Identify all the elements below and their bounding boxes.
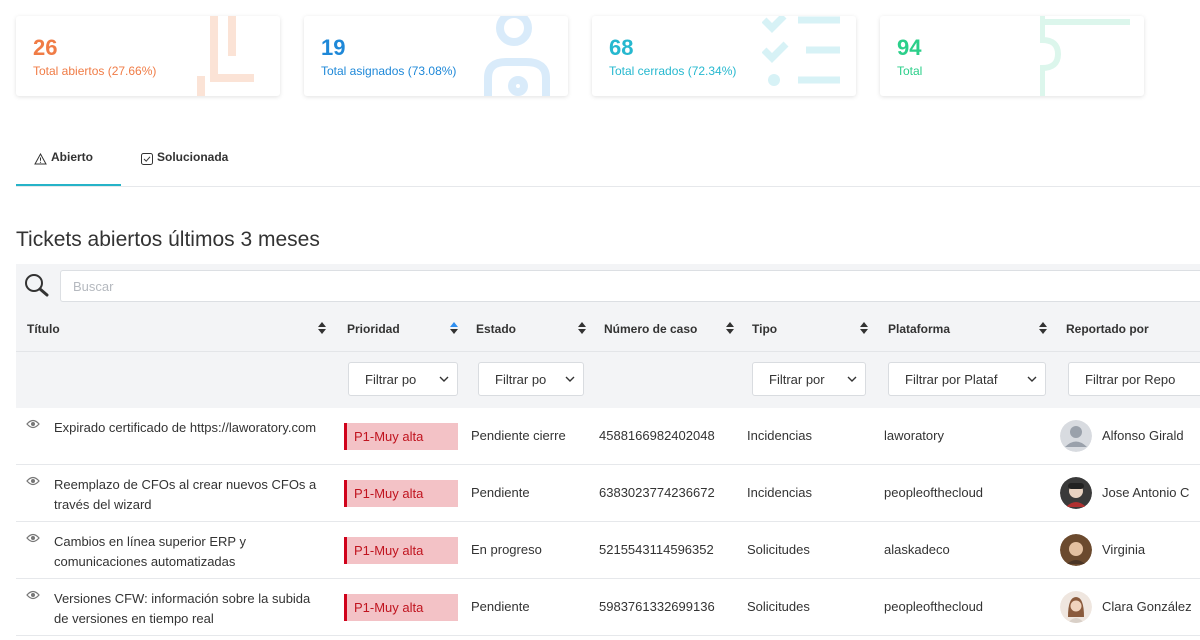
stat-label: Total asignados (73.08%) xyxy=(321,64,457,78)
stat-value: 94 xyxy=(897,35,922,60)
stat-card-total: 94 Total xyxy=(880,16,1144,96)
tab-solucionada[interactable]: Solucionada xyxy=(141,150,228,186)
ticket-title[interactable]: Versiones CFW: información sobre la subi… xyxy=(54,589,324,629)
ticket-status: Pendiente xyxy=(471,599,530,614)
tab-label: Abierto xyxy=(51,150,93,164)
avatar xyxy=(1060,477,1092,509)
ticket-platform: alaskadeco xyxy=(884,542,950,557)
sort-icon[interactable] xyxy=(449,321,459,335)
stat-card-abiertos: 26 Total abiertos (27.66%) xyxy=(16,16,280,96)
chevron-down-icon xyxy=(439,376,449,382)
table-row[interactable]: Expirado certificado de https://laworato… xyxy=(16,408,1200,465)
search-input[interactable] xyxy=(60,270,1200,302)
stat-label: Total cerrados (72.34%) xyxy=(609,64,737,78)
sort-icon[interactable] xyxy=(1038,321,1048,335)
tab-abierto[interactable]: Abierto xyxy=(16,150,121,186)
filter-reportado-select[interactable]: Filtrar por Repo xyxy=(1068,362,1200,396)
ticket-case-number: 5983761332699136 xyxy=(599,599,715,614)
chevron-down-icon xyxy=(847,376,857,382)
filter-value: Filtrar po xyxy=(365,371,417,387)
column-header-reportado-por[interactable]: Reportado por xyxy=(1066,322,1149,336)
ticket-title[interactable]: Cambios en línea superior ERP y comunica… xyxy=(54,532,324,572)
ticket-case-number: 5215543114596352 xyxy=(599,542,714,557)
checklist-icon xyxy=(762,16,840,86)
filter-value: Filtrar po xyxy=(495,371,547,387)
column-header-numero-caso[interactable]: Número de caso xyxy=(604,322,697,336)
sort-icon[interactable] xyxy=(577,321,587,335)
ticket-type: Incidencias xyxy=(747,428,813,443)
stat-value: 19 xyxy=(321,35,346,60)
eye-icon[interactable] xyxy=(26,476,40,486)
filter-value: Filtrar por Plataf xyxy=(905,371,998,387)
eye-icon[interactable] xyxy=(26,419,40,429)
column-header-estado[interactable]: Estado xyxy=(476,322,516,336)
sort-icon[interactable] xyxy=(317,321,327,335)
filter-estado-select[interactable]: Filtrar po xyxy=(478,362,584,396)
tab-bar: Abierto Solucionada xyxy=(16,140,1200,187)
filter-row: Filtrar po Filtrar po Filtrar por Filtra… xyxy=(16,352,1200,408)
stat-value: 68 xyxy=(609,35,634,60)
stat-card-cerrados: 68 Total cerrados (72.34%) xyxy=(592,16,856,96)
chevron-down-icon xyxy=(1027,376,1037,382)
ticket-status: En progreso xyxy=(471,542,542,557)
puzzle-icon xyxy=(1040,16,1130,96)
ticket-reporter: Virginia xyxy=(1102,542,1146,557)
sort-icon[interactable] xyxy=(859,321,869,335)
document-icon xyxy=(197,16,254,96)
stat-label: Total abiertos (27.66%) xyxy=(33,64,157,78)
table-row[interactable]: Reemplazo de CFOs al crear nuevos CFOs a… xyxy=(16,465,1200,522)
filter-tipo-select[interactable]: Filtrar por xyxy=(752,362,866,396)
stat-label: Total xyxy=(897,64,923,78)
priority-badge: P1-Muy alta xyxy=(344,594,458,621)
filter-prioridad-select[interactable]: Filtrar po xyxy=(348,362,458,396)
section-title: Tickets abiertos últimos 3 meses xyxy=(16,228,320,251)
table-header: Título Prioridad Estado Número de caso T… xyxy=(16,308,1200,352)
priority-badge: P1-Muy alta xyxy=(344,480,458,507)
filter-value: Filtrar por xyxy=(769,371,825,387)
ticket-reporter: Jose Antonio C xyxy=(1102,485,1190,500)
search-bar xyxy=(16,264,1200,308)
ticket-case-number: 4588166982402048 xyxy=(599,428,715,443)
ticket-title[interactable]: Expirado certificado de https://laworato… xyxy=(54,418,324,438)
checkbox-icon xyxy=(141,153,153,165)
column-header-tipo[interactable]: Tipo xyxy=(752,322,777,336)
stat-card-asignados: 19 Total asignados (73.08%) xyxy=(304,16,568,96)
ticket-status: Pendiente xyxy=(471,485,530,500)
ticket-type: Solicitudes xyxy=(747,599,810,614)
ticket-title[interactable]: Reemplazo de CFOs al crear nuevos CFOs a… xyxy=(54,475,324,515)
ticket-case-number: 6383023774236672 xyxy=(599,485,715,500)
eye-icon[interactable] xyxy=(26,590,40,600)
ticket-reporter: Alfonso Girald xyxy=(1102,428,1184,443)
priority-badge: P1-Muy alta xyxy=(344,537,458,564)
chevron-down-icon xyxy=(565,376,575,382)
ticket-platform: peopleofthecloud xyxy=(884,599,984,614)
tab-label: Solucionada xyxy=(157,150,229,164)
filter-plataforma-select[interactable]: Filtrar por Plataf xyxy=(888,362,1046,396)
eye-icon[interactable] xyxy=(26,533,40,543)
ticket-platform: laworatory xyxy=(884,428,944,443)
filter-value: Filtrar por Repo xyxy=(1085,371,1176,387)
ticket-type: Solicitudes xyxy=(747,542,810,557)
avatar xyxy=(1060,534,1092,566)
column-header-titulo[interactable]: Título xyxy=(27,322,60,336)
ticket-platform: peopleofthecloud xyxy=(884,485,984,500)
search-icon xyxy=(25,274,49,297)
ticket-reporter: Clara González xyxy=(1102,599,1192,614)
user-icon xyxy=(484,16,550,96)
priority-badge: P1-Muy alta xyxy=(344,423,458,450)
column-header-plataforma[interactable]: Plataforma xyxy=(888,322,950,336)
column-header-prioridad[interactable]: Prioridad xyxy=(347,322,400,336)
sort-icon[interactable] xyxy=(725,321,735,335)
avatar xyxy=(1060,591,1092,623)
table-row[interactable]: Cambios en línea superior ERP y comunica… xyxy=(16,522,1200,579)
ticket-type: Incidencias xyxy=(747,485,813,500)
avatar xyxy=(1060,420,1092,452)
stat-value: 26 xyxy=(33,35,58,60)
ticket-status: Pendiente cierre xyxy=(471,428,566,443)
warning-icon xyxy=(34,153,47,165)
table-row[interactable]: Versiones CFW: información sobre la subi… xyxy=(16,579,1200,636)
